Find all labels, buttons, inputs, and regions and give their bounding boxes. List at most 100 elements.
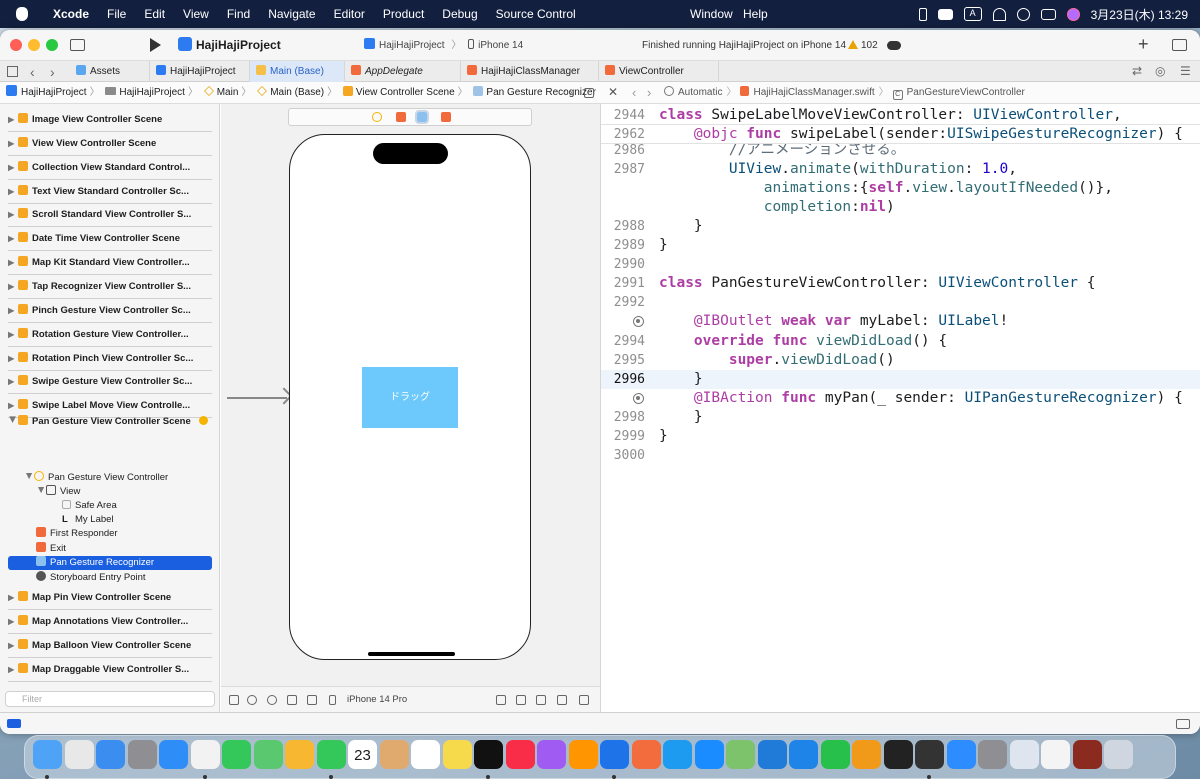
tab-appdelegate[interactable]: AppDelegate bbox=[345, 61, 461, 82]
scheme-selector[interactable]: HajiHajiProject 〉 iPhone 14 bbox=[364, 38, 620, 54]
reminders-icon[interactable] bbox=[411, 740, 440, 769]
appstore-icon[interactable] bbox=[694, 740, 724, 769]
input-source-icon[interactable]: A bbox=[963, 7, 982, 21]
scene-row[interactable]: ▶ Tap Recognizer View Controller S... bbox=[8, 275, 212, 299]
code-line[interactable]: 3000 bbox=[601, 446, 1200, 465]
menu-help[interactable]: Help bbox=[743, 0, 768, 28]
chevron-right-icon[interactable]: ▶ bbox=[8, 132, 18, 155]
trash-icon[interactable] bbox=[1104, 740, 1133, 769]
tab-project[interactable]: HajiHajiProject bbox=[150, 61, 250, 82]
menu-app-name[interactable]: Xcode bbox=[44, 7, 98, 21]
podcasts-icon[interactable] bbox=[537, 740, 566, 769]
tab-assets[interactable]: Assets bbox=[70, 61, 150, 82]
scene-row[interactable]: ▶ Map Pin View Controller Scene bbox=[8, 586, 212, 610]
debug-area-toggle-icon[interactable] bbox=[7, 719, 21, 728]
issue-nav-arrows-icon[interactable]: ‹ › bbox=[563, 82, 572, 103]
accessibility-icon[interactable] bbox=[247, 695, 257, 705]
run-button[interactable] bbox=[150, 38, 161, 52]
chevron-right-icon[interactable]: ▶ bbox=[8, 203, 18, 226]
tree-item-safe-area[interactable]: Safe Area bbox=[62, 499, 117, 513]
scene-row[interactable]: ▶ Pinch Gesture View Controller Sc... bbox=[8, 299, 212, 323]
menu-view[interactable]: View bbox=[174, 7, 218, 21]
tree-item-my-label[interactable]: L My Label bbox=[62, 513, 114, 527]
tab-viewcontroller[interactable]: ViewController bbox=[599, 61, 719, 82]
textedit-icon[interactable] bbox=[1041, 740, 1070, 769]
tree-item-first-responder[interactable]: First Responder bbox=[36, 527, 118, 541]
music-icon[interactable] bbox=[505, 740, 535, 769]
breadcrumb-item[interactable]: Automatic 〉 HajiHajiClassManager.swift 〉 C Pa… bbox=[664, 82, 1025, 103]
chevron-right-icon[interactable]: ▶ bbox=[8, 227, 18, 250]
tree-item-entry-point[interactable]: Storyboard Entry Point bbox=[36, 571, 146, 585]
swift-playgrounds-icon[interactable] bbox=[631, 740, 661, 769]
close-window-button[interactable] bbox=[10, 39, 22, 51]
messages-icon[interactable] bbox=[222, 740, 251, 769]
testflight-icon[interactable] bbox=[663, 740, 692, 769]
tree-item-view[interactable]: ▶ View bbox=[36, 485, 80, 499]
back-icon[interactable]: ‹ bbox=[30, 64, 35, 80]
vscode-icon[interactable] bbox=[757, 740, 787, 769]
align-icon[interactable] bbox=[516, 695, 526, 705]
code-editor[interactable]: 2944 class SwipeLabelMoveViewController: … bbox=[600, 104, 1200, 712]
pages-orange-icon[interactable] bbox=[852, 740, 881, 769]
device-layout-icon[interactable] bbox=[307, 695, 317, 705]
chevron-right-icon[interactable]: ▶ bbox=[8, 634, 18, 657]
code-line[interactable]: 2990 bbox=[601, 255, 1200, 274]
scene-row-expanded[interactable]: ▶ Pan Gesture View Controller Scene bbox=[8, 410, 212, 434]
numbers-icon[interactable] bbox=[820, 740, 850, 769]
iphone-frame[interactable]: ドラッグ bbox=[289, 134, 531, 660]
outline-filter-input[interactable]: Filter bbox=[5, 691, 215, 707]
chevron-right-icon[interactable]: ▶ bbox=[8, 658, 18, 681]
facetime-icon[interactable] bbox=[316, 740, 346, 769]
menu-source-control[interactable]: Source Control bbox=[487, 7, 585, 21]
review-icon[interactable]: ◎ bbox=[1155, 64, 1165, 78]
drag-label[interactable]: ドラッグ bbox=[362, 367, 458, 428]
maps-icon[interactable] bbox=[253, 740, 283, 769]
appearance-icon[interactable] bbox=[267, 695, 277, 705]
scene-row[interactable]: ▶ Scroll Standard View Controller S... bbox=[8, 203, 212, 228]
code-line[interactable]: 2987 UIView.animate(withDuration: 1.0, bbox=[601, 160, 1200, 179]
code-line[interactable]: 2998 } bbox=[601, 408, 1200, 427]
connection-indicator-icon[interactable] bbox=[633, 316, 644, 328]
scene-row[interactable]: ▶ Collection View Standard Control... bbox=[8, 156, 212, 180]
notes-icon[interactable] bbox=[379, 740, 409, 769]
chevron-down-icon[interactable]: ▶ bbox=[34, 487, 48, 497]
scene-row[interactable]: ▶ Image View Controller Scene bbox=[8, 108, 212, 132]
scene-row[interactable]: ▶ Text View Standard Controller Sc... bbox=[8, 180, 212, 204]
scene-row[interactable]: ▶ Rotation Gesture View Controller... bbox=[8, 323, 212, 347]
spotlight-icon[interactable] bbox=[1016, 7, 1030, 21]
chevron-right-icon[interactable]: ▶ bbox=[8, 586, 18, 609]
xcode-icon[interactable] bbox=[600, 740, 629, 769]
forward-icon[interactable]: › bbox=[647, 82, 651, 103]
scene-row[interactable]: ▶ Map Balloon View Controller Scene bbox=[8, 634, 212, 658]
chrome-icon[interactable] bbox=[190, 740, 220, 769]
chevron-down-icon[interactable]: ▶ bbox=[22, 473, 36, 483]
breadcrumb-item[interactable]: Main (Base) bbox=[257, 82, 324, 103]
sticky-code-line[interactable]: 2944 class SwipeLabelMoveViewController: … bbox=[601, 106, 1200, 125]
related-items-icon[interactable] bbox=[7, 66, 18, 77]
first-responder-icon[interactable] bbox=[396, 112, 406, 122]
menu-debug[interactable]: Debug bbox=[433, 7, 486, 21]
exit-icon[interactable] bbox=[441, 112, 451, 122]
warnings-count[interactable]: 102 bbox=[848, 40, 878, 51]
tree-item-exit[interactable]: Exit bbox=[36, 542, 66, 556]
scene-row[interactable]: ▶ Map Annotations View Controller... bbox=[8, 610, 212, 634]
control-center-icon[interactable] bbox=[1040, 8, 1056, 20]
chevron-right-icon[interactable]: ▶ bbox=[8, 347, 18, 370]
tree-item-pan-gesture-recognizer[interactable]: Pan Gesture Recognizer bbox=[8, 556, 212, 570]
scene-row[interactable]: ▶ Date Time View Controller Scene bbox=[8, 227, 212, 252]
scene-row[interactable]: ▶ Swipe Gesture View Controller Sc... bbox=[8, 370, 212, 395]
safari-icon[interactable] bbox=[159, 740, 188, 769]
chevron-right-icon[interactable]: ▶ bbox=[8, 323, 18, 346]
dictionary-icon[interactable] bbox=[1072, 740, 1102, 769]
split-console-icon[interactable] bbox=[1176, 719, 1190, 729]
add-constraints-icon[interactable] bbox=[536, 695, 546, 705]
device-name[interactable]: iPhone 14 Pro bbox=[347, 694, 407, 705]
outline-toggle-icon[interactable] bbox=[229, 695, 239, 705]
keynote-icon[interactable] bbox=[789, 740, 818, 769]
inspector-toggle-icon[interactable] bbox=[1172, 39, 1187, 51]
breadcrumb-item[interactable]: HajiHajiProject bbox=[6, 82, 87, 103]
storyboard-canvas[interactable]: ドラッグ bbox=[221, 104, 600, 686]
close-editor-icon[interactable]: ✕ bbox=[608, 82, 618, 103]
chevron-right-icon[interactable]: ▶ bbox=[8, 275, 18, 298]
cloud-icon[interactable] bbox=[887, 41, 901, 50]
